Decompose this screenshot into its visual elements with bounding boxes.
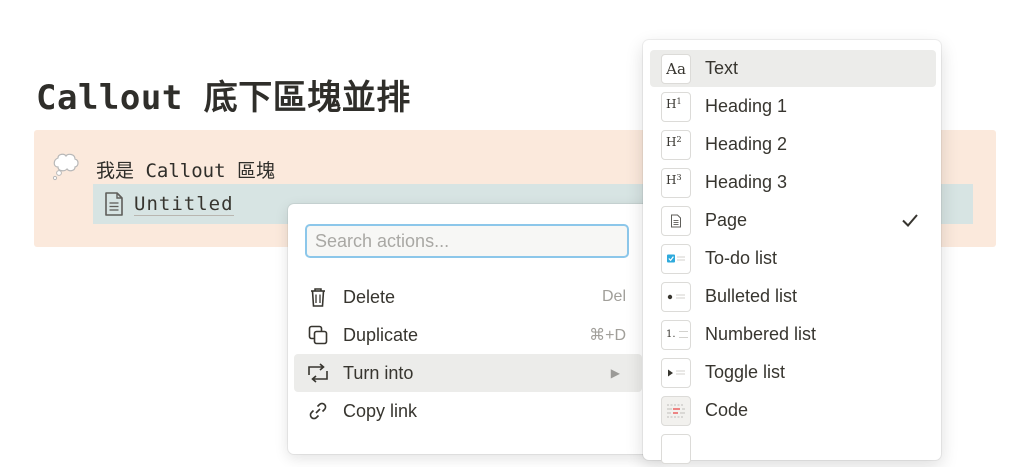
todo-list-label: To-do list xyxy=(705,248,778,268)
heading-1-label: Heading 1 xyxy=(705,96,788,116)
heading-3-label: Heading 3 xyxy=(705,172,788,192)
heading-1-icon: H1 xyxy=(661,91,691,122)
heading-2-label: Heading 2 xyxy=(705,134,788,154)
toggle-list-icon xyxy=(661,357,691,388)
todo-checkbox-icon xyxy=(661,243,691,274)
copy-link-label: Copy link xyxy=(343,400,418,421)
turn-into-toggle-list[interactable]: Toggle list xyxy=(650,354,936,391)
turn-into-next-item[interactable] xyxy=(650,430,936,467)
turn-into-menu-item[interactable]: Turn into ▶ xyxy=(294,354,642,392)
numbered-list-label: Numbered list xyxy=(705,324,817,344)
turn-into-text-label: Text xyxy=(705,58,739,78)
toggle-list-label: Toggle list xyxy=(705,362,786,382)
turn-into-heading-1[interactable]: H1 Heading 1 xyxy=(650,88,936,125)
turn-into-todo-list[interactable]: To-do list xyxy=(650,240,936,277)
numbered-list-icon: 1. xyxy=(661,319,691,350)
delete-shortcut: Del xyxy=(601,288,626,305)
duplicate-label: Duplicate xyxy=(343,324,419,345)
turn-into-heading-3[interactable]: H3 Heading 3 xyxy=(650,164,936,201)
checkmark-icon xyxy=(902,214,918,227)
page-icon xyxy=(661,205,691,236)
partial-item-icon xyxy=(661,433,691,464)
delete-menu-item[interactable]: Delete Del xyxy=(294,278,642,316)
text-icon: Aa xyxy=(661,53,691,84)
delete-label: Delete xyxy=(343,286,396,307)
duplicate-icon xyxy=(306,323,330,347)
turn-into-bulleted-list[interactable]: Bulleted list xyxy=(650,278,936,315)
code-label: Code xyxy=(705,400,749,420)
turn-into-label: Turn into xyxy=(343,362,414,383)
heading-2-icon: H2 xyxy=(661,129,691,160)
duplicate-menu-item[interactable]: Duplicate ⌘+D xyxy=(294,316,642,354)
turn-into-page[interactable]: Page xyxy=(650,202,936,239)
bullet-list-icon xyxy=(661,281,691,312)
page-icon xyxy=(105,192,123,216)
search-actions-input[interactable] xyxy=(305,224,629,258)
turn-into-code[interactable]: Code xyxy=(650,392,936,429)
bulleted-list-label: Bulleted list xyxy=(705,286,798,306)
code-icon xyxy=(661,395,691,426)
page-label: Page xyxy=(705,210,748,230)
duplicate-shortcut: ⌘+D xyxy=(589,327,626,344)
trash-icon xyxy=(306,285,330,309)
page-title: Callout 底下區塊並排 xyxy=(36,78,411,118)
turn-into-heading-2[interactable]: H2 Heading 2 xyxy=(650,126,936,163)
copy-link-menu-item[interactable]: Copy link xyxy=(294,392,642,430)
turn-into-icon xyxy=(306,361,330,385)
link-icon xyxy=(306,399,330,423)
turn-into-text[interactable]: Aa Text xyxy=(650,50,936,87)
thought-balloon-icon[interactable] xyxy=(50,152,80,182)
submenu-arrow-icon: ▶ xyxy=(610,366,620,380)
callout-text[interactable]: 我是 Callout 區塊 xyxy=(96,156,275,183)
page-link-untitled[interactable]: Untitled xyxy=(134,193,234,216)
turn-into-numbered-list[interactable]: 1. Numbered list xyxy=(650,316,936,353)
heading-3-icon: H3 xyxy=(661,167,691,198)
